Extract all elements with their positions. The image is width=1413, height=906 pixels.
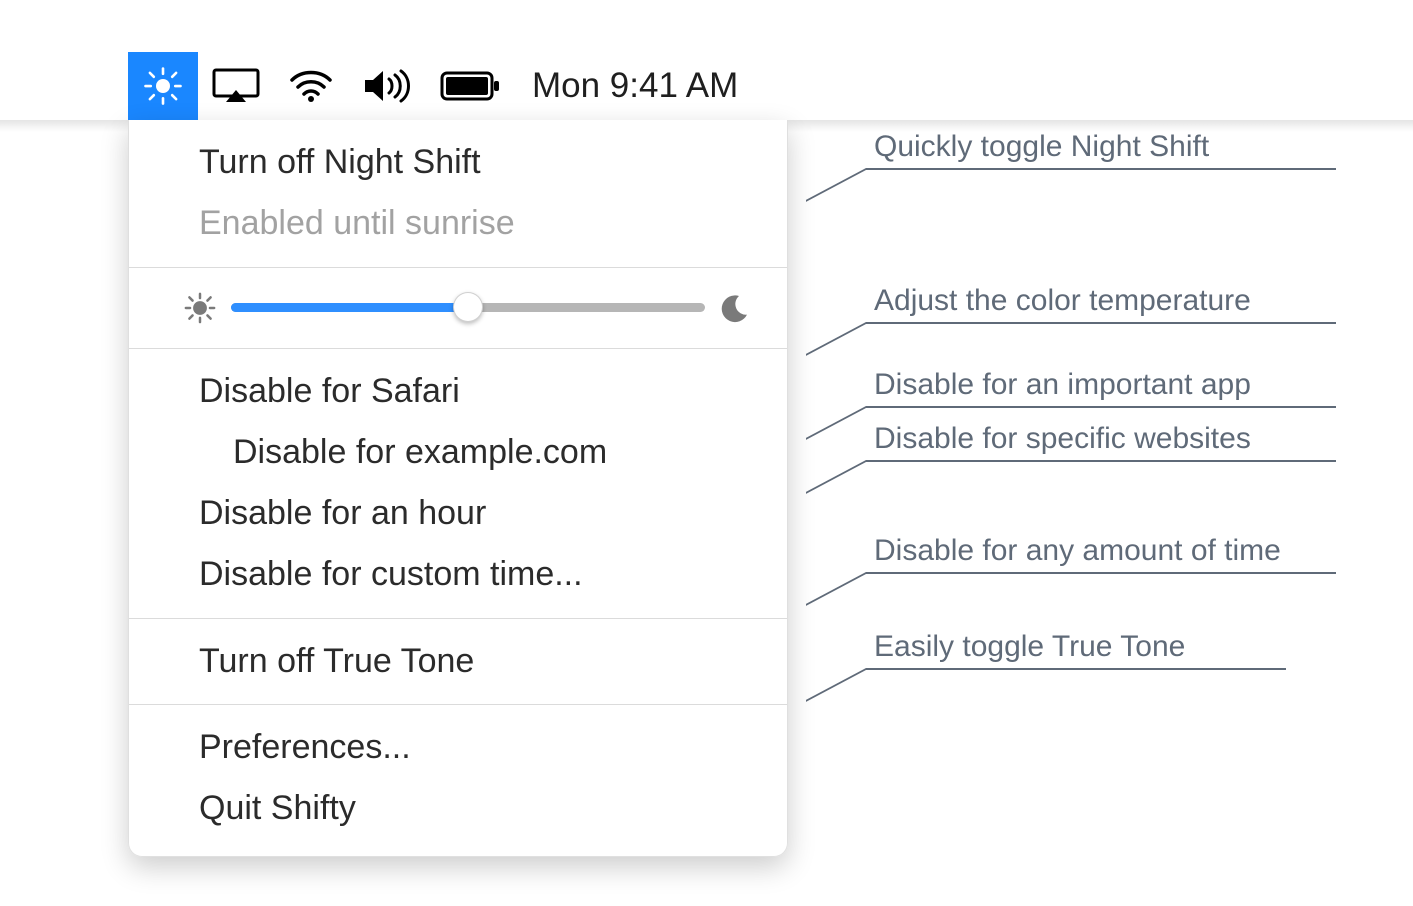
schedule-status-item: Enabled until sunrise <box>129 193 787 254</box>
divider <box>129 348 787 349</box>
toggle-night-shift-item[interactable]: Turn off Night Shift <box>129 132 787 193</box>
battery-menubar-icon[interactable] <box>426 52 514 120</box>
disable-for-site-item[interactable]: Disable for example.com <box>129 422 787 483</box>
color-temperature-slider[interactable] <box>231 290 705 326</box>
shifty-menubar-icon[interactable] <box>128 52 198 120</box>
wifi-icon <box>288 68 334 104</box>
divider <box>129 618 787 619</box>
wifi-menubar-icon[interactable] <box>274 52 348 120</box>
quit-item[interactable]: Quit Shifty <box>129 778 787 839</box>
volume-icon <box>362 68 412 104</box>
annotation-app: Disable for an important app <box>866 368 1336 408</box>
airplay-icon <box>212 68 260 104</box>
color-temperature-slider-row <box>129 278 787 338</box>
battery-icon <box>440 71 500 101</box>
disable-custom-time-item[interactable]: Disable for custom time... <box>129 544 787 605</box>
shifty-popover: Turn off Night Shift Enabled until sunri… <box>128 120 788 857</box>
moon-icon <box>719 292 751 324</box>
airplay-menubar-icon[interactable] <box>198 52 274 120</box>
divider <box>129 267 787 268</box>
sun-icon <box>183 291 217 325</box>
menubar: Mon 9:41 AM <box>0 52 1413 120</box>
menubar-clock[interactable]: Mon 9:41 AM <box>514 66 738 106</box>
annotation-site: Disable for specific websites <box>866 422 1336 462</box>
annotation-truetone: Easily toggle True Tone <box>866 630 1286 670</box>
volume-menubar-icon[interactable] <box>348 52 426 120</box>
toggle-true-tone-item[interactable]: Turn off True Tone <box>129 631 787 692</box>
preferences-item[interactable]: Preferences... <box>129 717 787 778</box>
annotation-toggle: Quickly toggle Night Shift <box>866 130 1336 170</box>
annotation-slider: Adjust the color temperature <box>866 284 1336 324</box>
divider <box>129 704 787 705</box>
disable-for-app-item[interactable]: Disable for Safari <box>129 361 787 422</box>
disable-for-hour-item[interactable]: Disable for an hour <box>129 483 787 544</box>
sun-moon-icon <box>142 65 184 107</box>
annotation-custom: Disable for any amount of time <box>866 534 1336 574</box>
